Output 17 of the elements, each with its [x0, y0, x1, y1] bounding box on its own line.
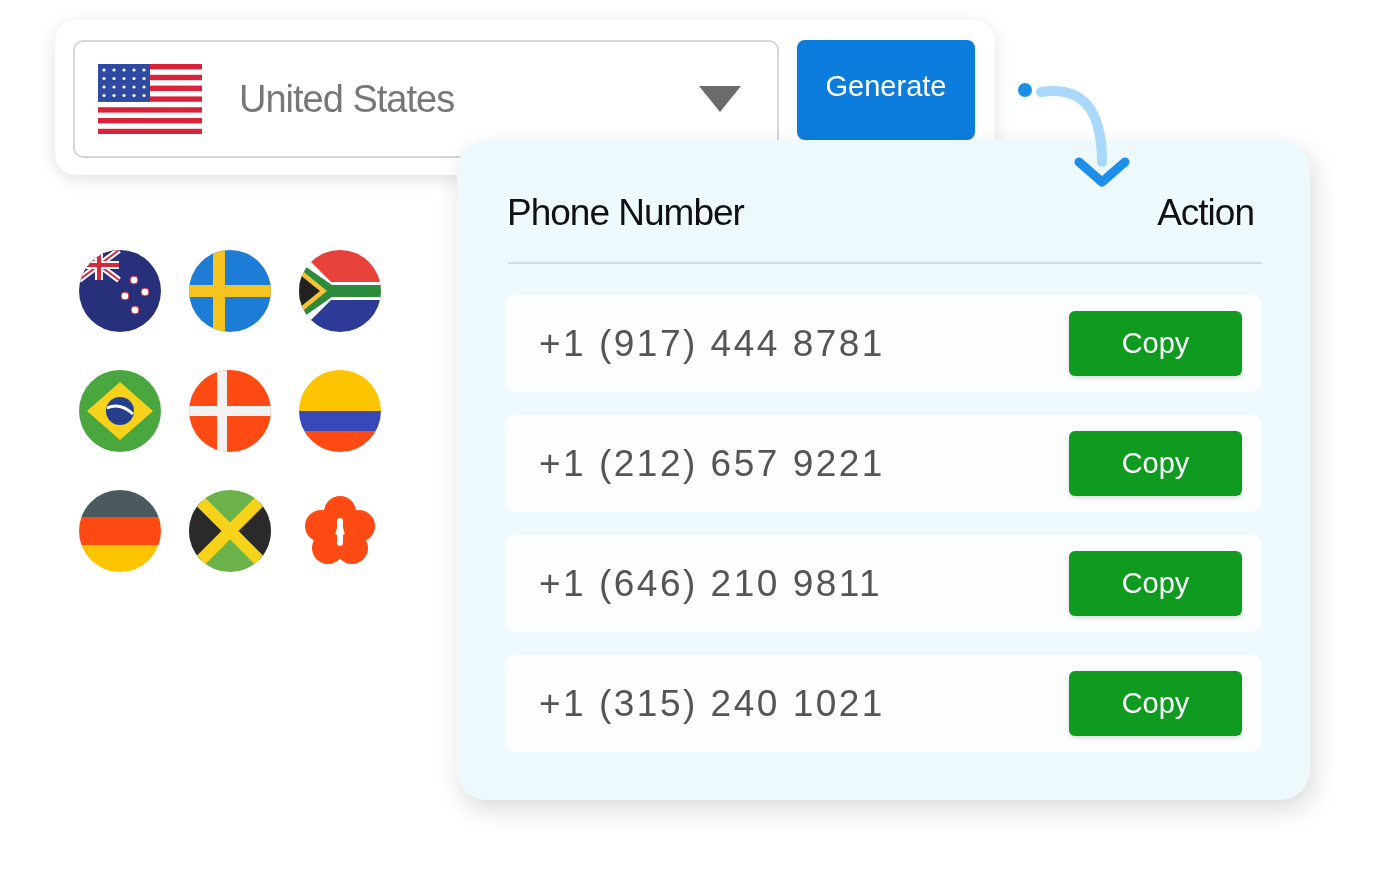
phone-number: +1 (315) 240 1021 [539, 682, 885, 725]
us-flag-icon [98, 64, 202, 134]
select-value: United States [239, 77, 456, 121]
flag-icon [79, 490, 161, 572]
caret-icon [699, 86, 741, 112]
copy-button[interactable]: Copy [1069, 671, 1242, 736]
copy-button[interactable]: Copy [1069, 311, 1242, 376]
flag-icon [299, 250, 381, 332]
column-header: Phone Number [507, 192, 744, 234]
generate-button[interactable]: Generate [797, 40, 975, 140]
flag-icon [299, 370, 381, 452]
phone-number: +1 (646) 210 9811 [539, 562, 883, 605]
copy-button[interactable]: Copy [1069, 431, 1242, 496]
column-header: Action [1157, 192, 1254, 234]
phone-number: +1 (917) 444 8781 [539, 322, 885, 365]
phone-number: +1 (212) 657 9221 [539, 442, 885, 485]
copy-button[interactable]: Copy [1069, 551, 1242, 616]
